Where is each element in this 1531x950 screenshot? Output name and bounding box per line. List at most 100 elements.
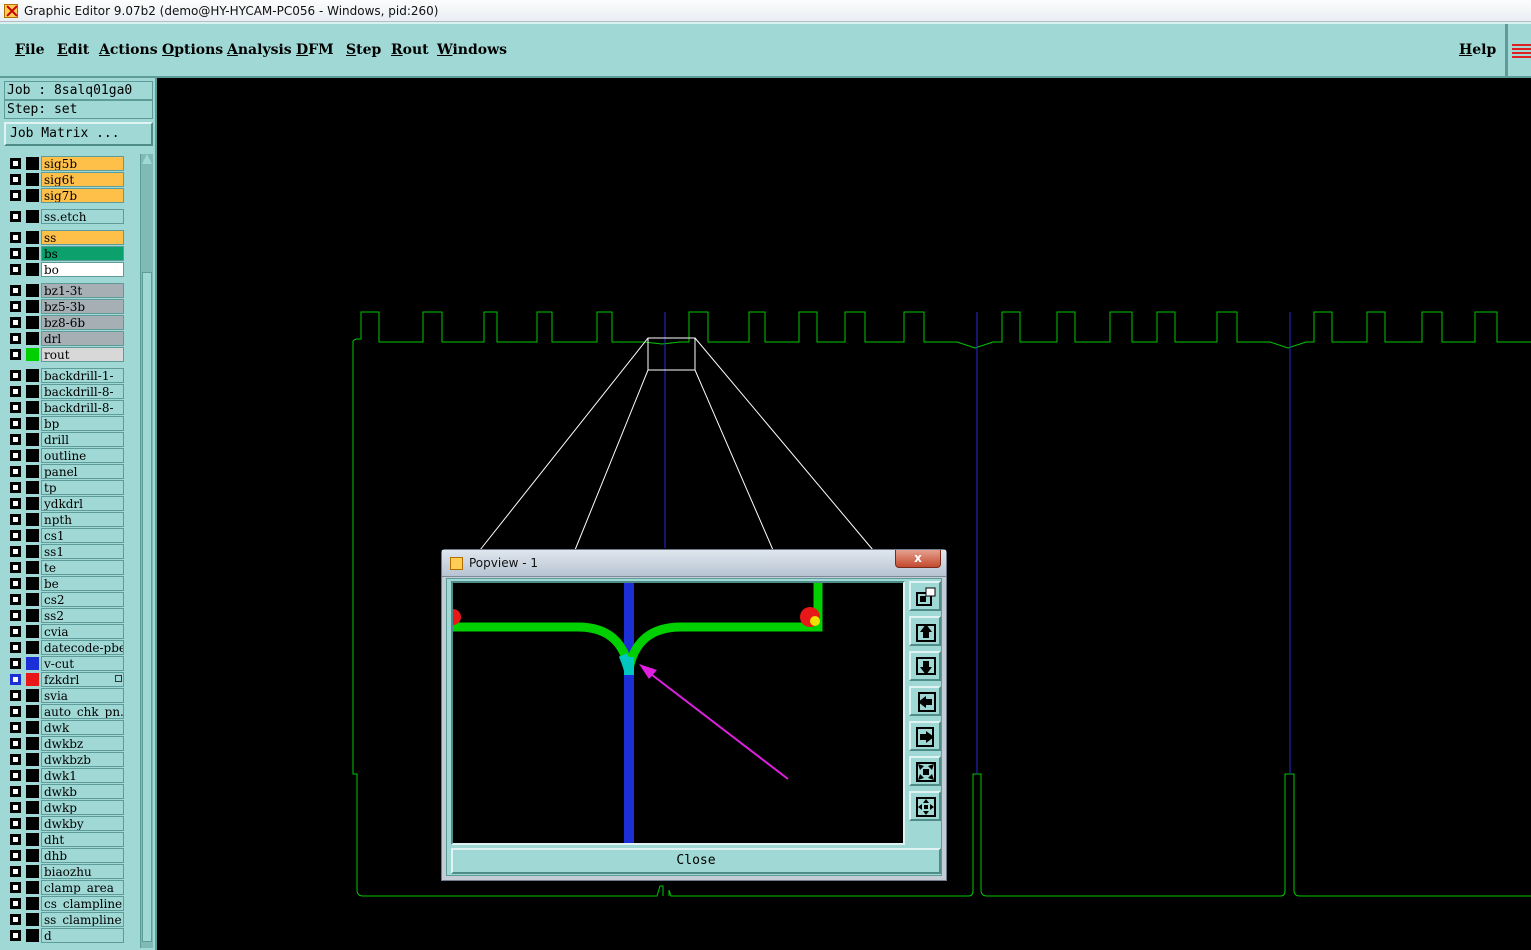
layer-name[interactable]: bp [41, 416, 124, 431]
layer-name[interactable]: drl [41, 331, 124, 346]
layer-name[interactable]: dwkbzb [41, 752, 124, 767]
layer-checkbox[interactable] [10, 158, 21, 169]
popview-close-x-button[interactable]: x [895, 550, 941, 568]
layer-name[interactable]: dht [41, 832, 124, 847]
layer-row-ss[interactable]: ss [4, 230, 138, 245]
layer-color-swatch[interactable] [26, 929, 39, 942]
layer-name[interactable]: bs [41, 246, 124, 261]
layer-color-swatch[interactable] [26, 865, 39, 878]
layer-row-dwkbz[interactable]: dwkbz [4, 736, 138, 751]
layer-checkbox[interactable] [10, 530, 21, 541]
layer-row-biaozhu[interactable]: biaozhu [4, 864, 138, 879]
layer-name[interactable]: dwk [41, 720, 124, 735]
layer-color-swatch[interactable] [26, 769, 39, 782]
layer-name[interactable]: sig5b [41, 156, 124, 171]
layer-color-swatch[interactable] [26, 316, 39, 329]
layer-color-swatch[interactable] [26, 401, 39, 414]
layer-checkbox[interactable] [10, 349, 21, 360]
layer-color-swatch[interactable] [26, 173, 39, 186]
layer-color-swatch[interactable] [26, 737, 39, 750]
layer-checkbox[interactable] [10, 754, 21, 765]
layer-color-swatch[interactable] [26, 284, 39, 297]
layer-checkbox[interactable] [10, 706, 21, 717]
layer-row-dwkbzb[interactable]: dwkbzb [4, 752, 138, 767]
layer-row-bz1-3t[interactable]: bz1-3t [4, 283, 138, 298]
layer-row-dwkp[interactable]: dwkp [4, 800, 138, 815]
layer-checkbox[interactable] [10, 722, 21, 733]
layer-checkbox[interactable] [10, 834, 21, 845]
layer-name[interactable]: d [41, 928, 124, 943]
layer-name[interactable]: dwk1 [41, 768, 124, 783]
layer-checkbox[interactable] [10, 642, 21, 653]
layer-name[interactable]: biaozhu [41, 864, 124, 879]
layer-checkbox[interactable] [10, 450, 21, 461]
layer-name[interactable]: dhb [41, 848, 124, 863]
layer-row-dwk[interactable]: dwk [4, 720, 138, 735]
popview-viewport[interactable] [445, 581, 905, 845]
layer-checkbox[interactable] [10, 674, 21, 685]
layer-checkbox[interactable] [10, 626, 21, 637]
layer-checkbox[interactable] [10, 211, 21, 222]
layer-color-swatch[interactable] [26, 657, 39, 670]
layer-color-swatch[interactable] [26, 833, 39, 846]
layer-checkbox[interactable] [10, 914, 21, 925]
layer-row-d[interactable]: d [4, 928, 138, 943]
layer-color-swatch[interactable] [26, 189, 39, 202]
layer-name[interactable]: ydkdrl [41, 496, 124, 511]
zoom-home-button[interactable] [909, 791, 941, 821]
layer-checkbox[interactable] [10, 402, 21, 413]
layer-name[interactable]: ss1 [41, 544, 124, 559]
layer-name[interactable]: ss [41, 230, 124, 245]
layer-color-swatch[interactable] [26, 817, 39, 830]
layer-color-swatch[interactable] [26, 300, 39, 313]
layer-name[interactable]: dwkbz [41, 736, 124, 751]
pan-left-button[interactable] [909, 686, 941, 716]
layer-color-swatch[interactable] [26, 481, 39, 494]
layer-checkbox[interactable] [10, 802, 21, 813]
layer-checkbox[interactable] [10, 882, 21, 893]
scroll-up-icon[interactable] [142, 154, 152, 164]
layer-checkbox[interactable] [10, 898, 21, 909]
pan-down-button[interactable] [909, 651, 941, 681]
layer-row-datecode-pbe[interactable]: datecode-pbe [4, 640, 138, 655]
layer-color-swatch[interactable] [26, 689, 39, 702]
menu-edit[interactable]: Edit [57, 42, 89, 58]
layer-checkbox[interactable] [10, 562, 21, 573]
layer-name[interactable]: dwkb [41, 784, 124, 799]
layer-color-swatch[interactable] [26, 332, 39, 345]
scroll-thumb[interactable] [142, 272, 152, 942]
layer-name[interactable]: bz5-3b [41, 299, 124, 314]
layer-color-swatch[interactable] [26, 561, 39, 574]
layer-name[interactable]: ss.etch [41, 209, 124, 224]
layer-row-bs[interactable]: bs [4, 246, 138, 261]
layer-name[interactable]: outline [41, 448, 124, 463]
layer-color-swatch[interactable] [26, 577, 39, 590]
layer-color-swatch[interactable] [26, 433, 39, 446]
layer-checkbox[interactable] [10, 301, 21, 312]
layer-checkbox[interactable] [10, 333, 21, 344]
layer-row-dht[interactable]: dht [4, 832, 138, 847]
layer-row-sig5b[interactable]: sig5b [4, 156, 138, 171]
layer-checkbox[interactable] [10, 386, 21, 397]
layer-name[interactable]: ss_clampline [41, 912, 124, 927]
layer-checkbox[interactable] [10, 370, 21, 381]
layer-color-swatch[interactable] [26, 801, 39, 814]
layer-color-swatch[interactable] [26, 785, 39, 798]
layer-color-swatch[interactable] [26, 417, 39, 430]
menu-file[interactable]: File [15, 42, 45, 58]
layer-color-swatch[interactable] [26, 881, 39, 894]
menu-analysis[interactable]: Analysis [227, 42, 292, 58]
layer-checkbox[interactable] [10, 466, 21, 477]
layer-row-bp[interactable]: bp [4, 416, 138, 431]
menu-rout[interactable]: Rout [391, 42, 429, 58]
layer-color-swatch[interactable] [26, 625, 39, 638]
layer-color-swatch[interactable] [26, 231, 39, 244]
layer-checkbox[interactable] [10, 786, 21, 797]
layer-name[interactable]: te [41, 560, 124, 575]
layer-color-swatch[interactable] [26, 210, 39, 223]
pan-right-button[interactable] [909, 721, 941, 751]
layer-checkbox[interactable] [10, 850, 21, 861]
menu-options[interactable]: Options [162, 42, 223, 58]
layer-color-swatch[interactable] [26, 913, 39, 926]
layer-name[interactable]: dwkp [41, 800, 124, 815]
